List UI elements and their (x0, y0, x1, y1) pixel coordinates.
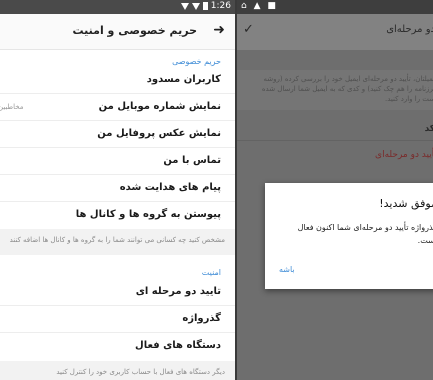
privacy-security-screen: 1:26 ➜ حریم خصوصی و امنیت حریم خصوصی کار… (0, 0, 235, 380)
row-groups-channels[interactable]: پیوستن به گروه ها و کانال ها (0, 202, 235, 229)
code-label: کد (424, 124, 433, 134)
row-two-step-verification[interactable]: تایید دو مرحله ای (0, 279, 235, 306)
row-passcode[interactable]: گذرواژه (0, 306, 235, 333)
row-label: نمایش شماره موبایل من (98, 101, 221, 112)
arrow-right-icon[interactable]: ➜ (213, 22, 225, 38)
two-step-screen: ⌂ ▲ ■ ✓ دو مرحله‌ای ایمیلتان، تأیید دو م… (237, 0, 433, 380)
row-calls[interactable]: تماس با من (0, 148, 235, 175)
row-profile-photo[interactable]: نمایش عکس پروفایل من (0, 121, 235, 148)
ok-button[interactable]: باشه (279, 265, 295, 274)
page-title: دو مرحله‌ای (386, 24, 433, 35)
notification-icons: ⌂ ▲ ■ (241, 1, 278, 11)
divider (237, 140, 433, 141)
row-label: گذرواژه (182, 313, 221, 324)
row-label: تایید دو مرحله ای (135, 286, 221, 297)
success-dialog: موفق شدید! گذرواژه تأیید دو مرحله‌ای شما… (265, 183, 433, 289)
row-value: مخاطبین (0, 103, 24, 111)
status-time: 1:26 (210, 1, 231, 11)
dialog-message-line: گذرواژه تأیید دو مرحله‌ای شما اکنون فعال (297, 223, 433, 232)
row-forwarded-messages[interactable]: پیام های هدایت شده (0, 175, 235, 202)
check-icon[interactable]: ✓ (243, 22, 254, 37)
wifi-icon (180, 2, 189, 10)
section-header-security: امنیت (201, 268, 221, 277)
row-label: پیوستن به گروه ها و کانال ها (75, 209, 221, 220)
info-text: ایمیلتان، تأیید دو مرحله‌ای ایمیل خود را… (261, 75, 433, 103)
security-hint: دیگر دستگاه های فعال با حساب کاربری خود … (0, 361, 235, 380)
status-bar: ⌂ ▲ ■ (237, 0, 433, 14)
page-title: حریم خصوصی و امنیت (72, 24, 197, 37)
row-active-sessions[interactable]: دستگاه های فعال (0, 333, 235, 360)
status-bar: 1:26 (0, 0, 235, 14)
dialog-message: گذرواژه تأیید دو مرحله‌ای شما اکنون فعال… (287, 221, 433, 247)
row-label: دستگاه های فعال (135, 340, 221, 351)
dialog-title: موفق شدید! (379, 197, 433, 210)
row-label: تماس با من (163, 155, 221, 166)
app-bar: ➜ حریم خصوصی و امنیت (0, 14, 235, 50)
status-icons: 1:26 (180, 1, 231, 11)
row-label: پیام های هدایت شده (119, 182, 221, 193)
app-bar: ✓ دو مرحله‌ای (237, 14, 433, 50)
battery-icon (202, 2, 208, 10)
privacy-hint: مشخص کنید چه کسانی می توانند شما را به گ… (0, 229, 235, 255)
row-blocked-users[interactable]: کاربران مسدود (0, 67, 235, 94)
security-hint-text: دیگر دستگاه های فعال با حساب کاربری خود … (56, 368, 225, 376)
signal-icon (191, 2, 200, 10)
row-label: نمایش عکس پروفایل من (97, 128, 221, 139)
row-phone-number[interactable]: نمایش شماره موبایل من مخاطبین (0, 94, 235, 121)
dialog-message-line: است. (417, 236, 433, 245)
section-header-privacy: حریم خصوصی (172, 57, 221, 66)
info-panel: ایمیلتان، تأیید دو مرحله‌ای ایمیل خود را… (237, 70, 433, 110)
row-label: کاربران مسدود (146, 74, 221, 85)
confirm-link[interactable]: تأیید دو مرحله‌ای (375, 150, 433, 160)
privacy-hint-text: مشخص کنید چه کسانی می توانند شما را به گ… (9, 236, 225, 244)
